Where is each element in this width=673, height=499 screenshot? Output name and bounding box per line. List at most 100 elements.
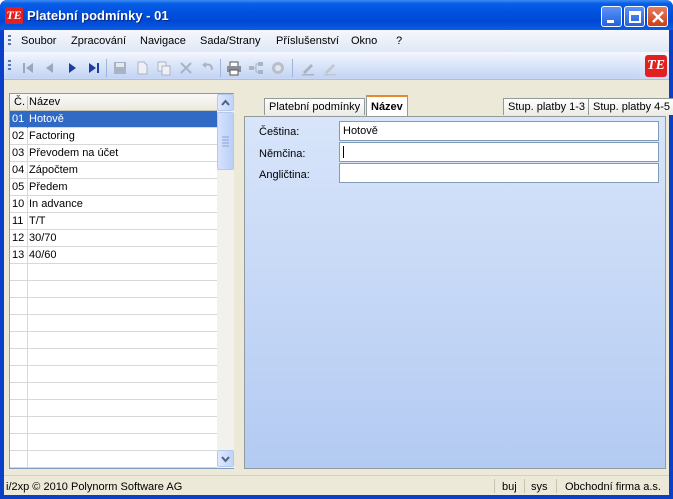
menu-grip bbox=[8, 35, 11, 47]
list-item-name: Hotově bbox=[29, 113, 64, 125]
title-bar[interactable]: TE Platební podmínky - 01 bbox=[0, 0, 673, 30]
menu-soubor[interactable]: Soubor bbox=[21, 35, 56, 47]
list-item[interactable] bbox=[10, 451, 217, 468]
list-item-number: 12 bbox=[12, 232, 25, 244]
list-item-number: 10 bbox=[12, 198, 25, 210]
column-divider bbox=[27, 400, 28, 417]
menu-okno[interactable]: Okno bbox=[351, 35, 377, 47]
edit-icon[interactable] bbox=[300, 60, 316, 76]
tab-stup-platby-1-3[interactable]: Stup. platby 1-3 bbox=[503, 98, 591, 115]
list-item-name: In advance bbox=[29, 198, 83, 210]
toolbar-separator bbox=[220, 59, 221, 77]
column-divider bbox=[27, 264, 28, 281]
list-item[interactable]: 05 Předem bbox=[10, 179, 217, 196]
list-item[interactable]: 11 T/T bbox=[10, 213, 217, 230]
search-icon[interactable] bbox=[270, 60, 286, 76]
status-user: buj bbox=[502, 481, 517, 493]
cestina-field[interactable]: Hotově bbox=[339, 121, 659, 141]
list-item[interactable]: 04 Zápočtem bbox=[10, 162, 217, 179]
toolbar-strip bbox=[6, 54, 640, 78]
column-divider bbox=[27, 213, 28, 230]
payment-terms-list[interactable]: Č. Název 01 Hotově 02 Factoring 03 Převodem n… bbox=[9, 93, 234, 469]
nemcina-label: Němčina: bbox=[259, 148, 306, 160]
list-item[interactable] bbox=[10, 400, 217, 417]
client-area: Soubor Zpracování Navigace Sada/Strany P… bbox=[4, 30, 673, 495]
menu-help[interactable]: ? bbox=[396, 35, 402, 47]
menu-sada-strany[interactable]: Sada/Strany bbox=[200, 35, 261, 47]
list-item-name: T/T bbox=[29, 215, 46, 227]
tab-platebni-podminky[interactable]: Platební podmínky bbox=[264, 98, 366, 115]
first-record-icon[interactable] bbox=[20, 60, 36, 76]
close-button[interactable] bbox=[647, 6, 668, 27]
list-item[interactable]: 03 Převodem na účet bbox=[10, 145, 217, 162]
text-caret bbox=[343, 146, 344, 158]
column-divider bbox=[27, 247, 28, 264]
prev-record-icon[interactable] bbox=[42, 60, 58, 76]
minimize-button[interactable] bbox=[601, 6, 622, 27]
new-icon[interactable] bbox=[134, 60, 150, 76]
nemcina-field[interactable] bbox=[339, 142, 659, 162]
maximize-button[interactable] bbox=[624, 6, 645, 27]
menu-navigace[interactable]: Navigace bbox=[140, 35, 186, 47]
column-divider bbox=[27, 332, 28, 349]
list-item[interactable] bbox=[10, 349, 217, 366]
undo-icon[interactable] bbox=[200, 60, 216, 76]
column-divider bbox=[27, 417, 28, 434]
anglictina-field[interactable] bbox=[339, 163, 659, 183]
list-item[interactable]: 10 In advance bbox=[10, 196, 217, 213]
column-divider bbox=[27, 230, 28, 247]
next-record-icon[interactable] bbox=[64, 60, 80, 76]
vertical-scrollbar[interactable] bbox=[217, 94, 234, 468]
print-icon[interactable] bbox=[226, 60, 242, 76]
scroll-thumb[interactable] bbox=[217, 112, 234, 170]
list-item[interactable] bbox=[10, 298, 217, 315]
column-divider bbox=[27, 145, 28, 162]
list-item[interactable] bbox=[10, 264, 217, 281]
tab-stup-platby-4-5[interactable]: Stup. platby 4-5 bbox=[588, 98, 673, 115]
list-item[interactable]: 01 Hotově bbox=[10, 111, 217, 128]
list-item-number: 04 bbox=[12, 164, 25, 176]
list-item[interactable] bbox=[10, 281, 217, 298]
menu-zpracovani[interactable]: Zpracování bbox=[71, 35, 126, 47]
anglictina-label: Angličtina: bbox=[259, 169, 310, 181]
column-divider bbox=[27, 315, 28, 332]
save-icon[interactable] bbox=[112, 60, 128, 76]
list-item-name: Předem bbox=[29, 181, 68, 193]
column-header-number[interactable]: Č. bbox=[14, 96, 25, 108]
list-item[interactable]: 02 Factoring bbox=[10, 128, 217, 145]
list-item-number: 13 bbox=[12, 249, 25, 261]
tree-icon[interactable] bbox=[248, 60, 264, 76]
list-item-number: 03 bbox=[12, 147, 25, 159]
column-header-name[interactable]: Název bbox=[29, 96, 60, 108]
tab-panel-nazev: Čeština: Hotově Němčina: Angličtina: bbox=[244, 116, 666, 469]
column-divider bbox=[27, 96, 28, 109]
column-divider bbox=[27, 179, 28, 196]
list-item-number: 05 bbox=[12, 181, 25, 193]
scroll-down-button[interactable] bbox=[217, 450, 234, 467]
list-item[interactable]: 13 40/60 bbox=[10, 247, 217, 264]
list-item[interactable] bbox=[10, 332, 217, 349]
column-divider bbox=[27, 111, 28, 128]
list-item[interactable] bbox=[10, 383, 217, 400]
window-title: Platební podmínky - 01 bbox=[27, 8, 169, 23]
column-divider bbox=[27, 196, 28, 213]
status-divider bbox=[556, 479, 557, 493]
tab-nazev[interactable]: Název bbox=[366, 95, 408, 117]
scroll-up-button[interactable] bbox=[217, 94, 234, 111]
delete-icon[interactable] bbox=[178, 60, 194, 76]
column-divider bbox=[27, 128, 28, 145]
erase-icon[interactable] bbox=[322, 60, 338, 76]
menu-prislusenstvi[interactable]: Příslušenství bbox=[276, 35, 339, 47]
app-window: TE Platební podmínky - 01 Soubor Zpracov… bbox=[0, 0, 673, 499]
toolbar-grip bbox=[8, 60, 11, 72]
copy-icon[interactable] bbox=[156, 60, 172, 76]
app-logo-icon: TE bbox=[5, 7, 23, 24]
list-item[interactable] bbox=[10, 417, 217, 434]
list-item[interactable] bbox=[10, 315, 217, 332]
list-item[interactable] bbox=[10, 366, 217, 383]
list-item[interactable]: 12 30/70 bbox=[10, 230, 217, 247]
menu-bar: Soubor Zpracování Navigace Sada/Strany P… bbox=[4, 30, 669, 52]
list-item[interactable] bbox=[10, 434, 217, 451]
last-record-icon[interactable] bbox=[86, 60, 102, 76]
column-divider bbox=[27, 383, 28, 400]
